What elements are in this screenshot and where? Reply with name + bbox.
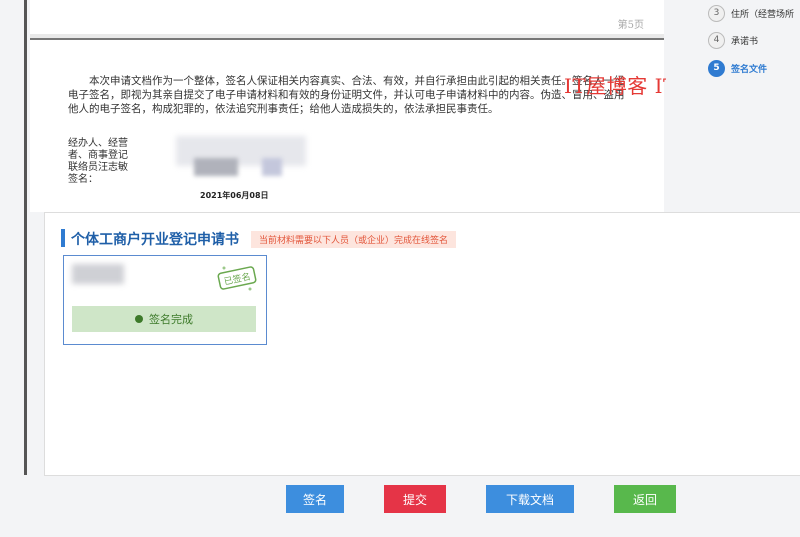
step-sign-files[interactable]: 5 签名文件 <box>708 60 767 77</box>
step-label: 承诺书 <box>731 37 759 47</box>
step-number: 3 <box>708 5 725 22</box>
panel-title: 个体工商户开业登记申请书 <box>71 232 239 248</box>
previous-page-bottom: 第5页 <box>30 0 664 36</box>
step-address[interactable]: 3 住所（经营场所 <box>708 5 794 22</box>
step-label: 住所（经营场所 <box>731 10 795 20</box>
title-accent-bar <box>61 229 65 247</box>
download-document-button[interactable]: 下载文档 <box>486 485 574 513</box>
back-button[interactable]: 返回 <box>614 485 676 513</box>
step-number: 5 <box>708 60 725 77</box>
sign-date: 2021年06月08日 <box>200 191 269 200</box>
page-number: 第5页 <box>617 20 644 31</box>
check-circle-icon <box>135 315 143 323</box>
step-commitment[interactable]: 4 承诺书 <box>708 32 758 49</box>
signer-name <box>72 264 124 284</box>
sign-status-label: 签名完成 <box>149 313 193 326</box>
svg-text:已签名: 已签名 <box>223 270 252 287</box>
signing-panel: 个体工商户开业登记申请书 当前材料需要以下人员（或企业）完成在线签名 已签名 签… <box>44 212 800 476</box>
document-page[interactable]: 本次申请文档作为一个整体，签名人保证相关内容真实、合法、有效，并自行承担由此引起… <box>30 38 664 212</box>
steps-sidebar: 3 住所（经营场所 4 承诺书 5 签名文件 <box>666 0 800 212</box>
step-number: 4 <box>708 32 725 49</box>
signed-stamp-icon: 已签名 <box>216 264 258 292</box>
left-border-line <box>24 0 27 475</box>
sign-status-badge: 签名完成 <box>72 306 256 332</box>
declaration-paragraph: 本次申请文档作为一个整体，签名人保证相关内容真实、合法、有效，并自行承担由此引起… <box>68 75 625 115</box>
signature-image <box>176 136 316 188</box>
signer-card[interactable]: 已签名 签名完成 <box>63 255 267 345</box>
sign-button[interactable]: 签名 <box>286 485 344 513</box>
step-label: 签名文件 <box>731 65 768 75</box>
submit-button[interactable]: 提交 <box>384 485 446 513</box>
signer-label: 经办人、经营者、商事登记联络员汪志敏 签名： <box>68 138 128 185</box>
signing-tip: 当前材料需要以下人员（或企业）完成在线签名 <box>251 231 457 248</box>
